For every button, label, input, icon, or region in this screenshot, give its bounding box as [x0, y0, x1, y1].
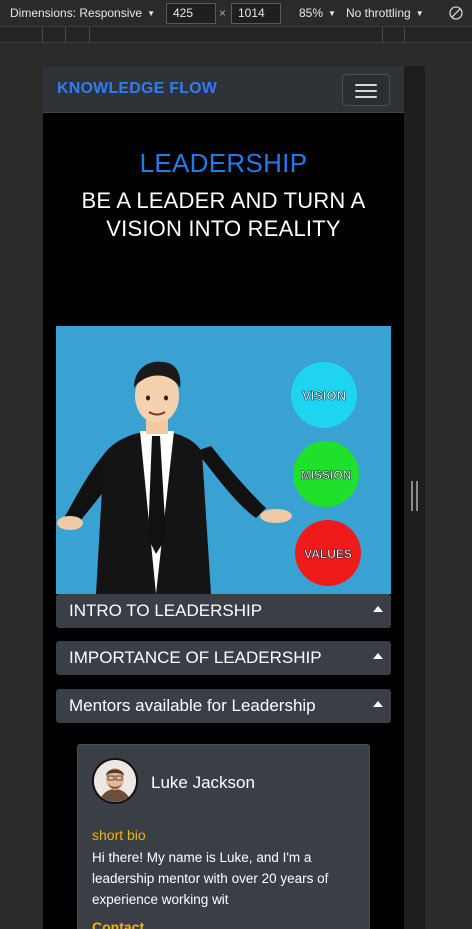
dimensions-label: Dimensions: Responsive [10, 6, 143, 20]
mentor-card: Luke Jackson short bio Hi there! My name… [77, 744, 370, 929]
mission-circle: MISSION [293, 441, 359, 507]
devtools-toolbar: Dimensions: Responsive ▼ 425 × 1014 85% … [0, 0, 472, 26]
menu-toggle-button[interactable] [342, 74, 390, 106]
values-label: VALUES [304, 547, 352, 561]
caret-up-icon [373, 606, 383, 612]
mission-label: MISSION [301, 468, 352, 482]
chevron-down-icon: ▼ [415, 8, 424, 18]
width-input[interactable]: 425 [166, 2, 216, 24]
caret-up-icon [373, 653, 383, 659]
caret-up-icon [373, 701, 383, 707]
brand-logo[interactable]: KNOWLEDGE FLOW [57, 80, 217, 98]
vision-label: VISION [302, 388, 346, 403]
accordion-intro[interactable]: INTRO TO LEADERSHIP [56, 594, 391, 628]
avatar [92, 758, 138, 804]
zoom-label: 85% [299, 6, 324, 20]
accordion-mentors[interactable]: Mentors available for Leadership [56, 689, 391, 723]
accordion-label: IMPORTANCE OF LEADERSHIP [69, 648, 322, 667]
throttling-label: No throttling [346, 6, 411, 20]
hamburger-line [355, 84, 377, 86]
times-sign: × [219, 6, 227, 20]
dimensions-dropdown[interactable]: Dimensions: Responsive ▼ [10, 0, 155, 26]
hamburger-line [355, 90, 377, 92]
values-circle: VALUES [295, 520, 361, 586]
chevron-down-icon: ▼ [147, 8, 155, 18]
page-title: LEADERSHIP [139, 148, 308, 178]
chevron-down-icon: ▼ [328, 8, 336, 18]
rotate-icon[interactable] [448, 0, 464, 26]
media-query-ruler [0, 26, 472, 43]
resize-handle[interactable] [411, 481, 418, 511]
hamburger-line [355, 96, 377, 98]
throttling-dropdown[interactable]: No throttling ▼ [346, 0, 424, 26]
vision-circle: VISION [291, 362, 357, 428]
zoom-dropdown[interactable]: 85% ▼ [299, 0, 336, 26]
page-subtitle: BE A LEADER AND TURN A VISION INTO REALI… [81, 188, 366, 241]
page-viewport: KNOWLEDGE FLOW LEADERSHIP BE A LEADER AN… [43, 66, 404, 929]
bio-label: short bio [92, 827, 146, 843]
accordion-label: INTRO TO LEADERSHIP [69, 601, 263, 620]
contact-label: Contact [92, 919, 145, 929]
navbar: KNOWLEDGE FLOW [43, 66, 404, 113]
bio-text: Hi there! My name is Luke, and I'm a lea… [92, 850, 329, 907]
accordion-label: Mentors available for Leadership [69, 696, 316, 715]
leadership-illustration: VISION MISSION VALUES [56, 326, 391, 594]
mentor-name: Luke Jackson [151, 773, 255, 792]
height-input[interactable]: 1014 [231, 2, 281, 24]
accordion-importance[interactable]: IMPORTANCE OF LEADERSHIP [56, 641, 391, 675]
